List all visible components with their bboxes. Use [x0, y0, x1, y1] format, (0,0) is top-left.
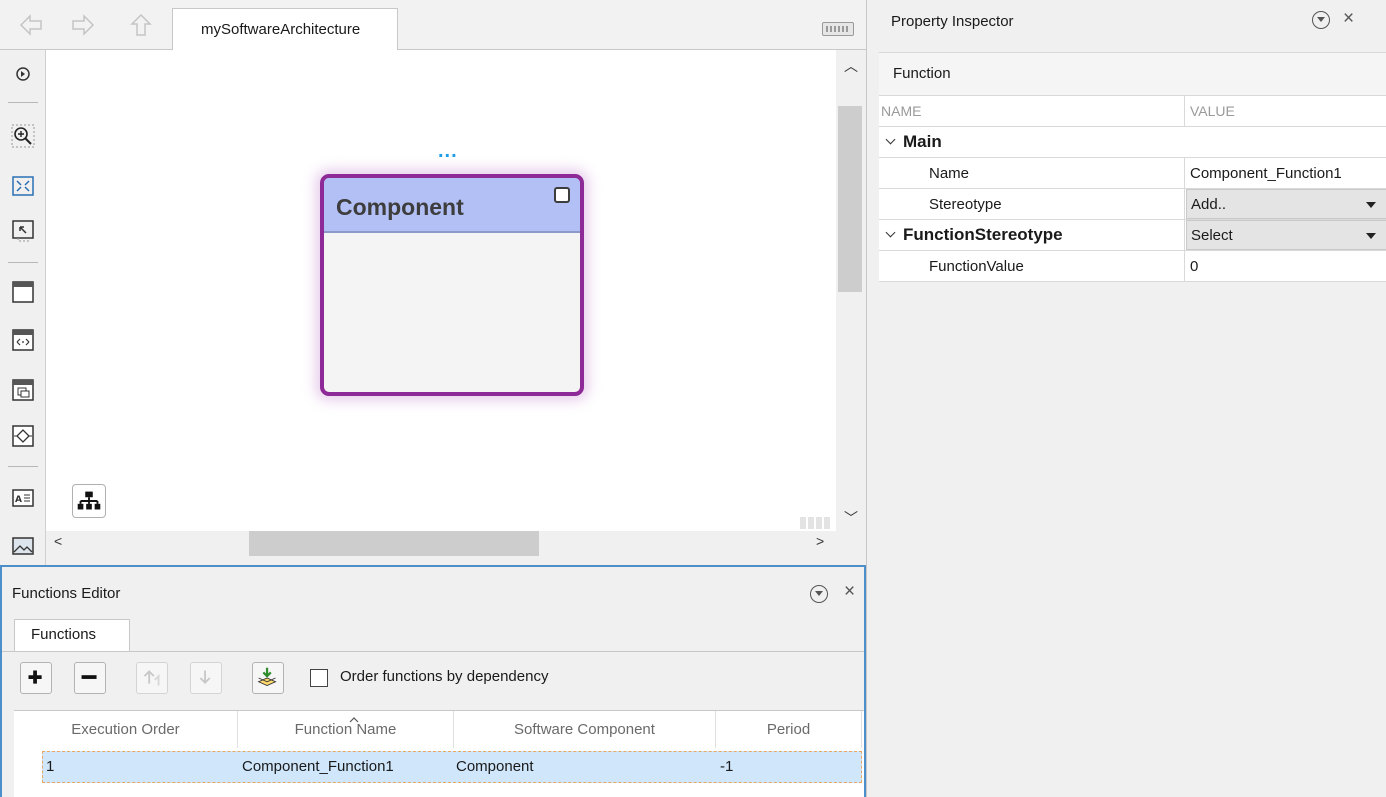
functions-table: Execution Order Function Name Software C…: [14, 710, 864, 797]
move-up-button[interactable]: [136, 662, 168, 694]
cell-execution-order: 1: [46, 758, 55, 775]
arrow-up-icon: [143, 670, 160, 686]
minus-icon: [81, 675, 97, 679]
property-row: Stereotype Add..: [879, 189, 1386, 220]
zoom-to-normal-icon[interactable]: [11, 218, 35, 242]
function-value-field[interactable]: 0: [1186, 251, 1386, 281]
functions-editor: Functions Editor × Functions Order funct…: [0, 565, 866, 797]
plus-icon: [28, 670, 42, 684]
hierarchy-icon: [77, 491, 101, 510]
add-function-button[interactable]: [20, 662, 52, 694]
property-inspector: Property Inspector × Function NAME VALUE…: [866, 0, 1386, 797]
move-down-button[interactable]: [190, 662, 222, 694]
cell-function-name: Component_Function1: [242, 758, 394, 775]
property-name: Stereotype: [879, 189, 1185, 219]
component-tool-icon[interactable]: [11, 280, 35, 304]
functions-toolbar: Order functions by dependency: [2, 651, 864, 703]
dropdown-arrow-icon: [1366, 202, 1376, 208]
svg-text:A: A: [15, 495, 22, 505]
table-header-row: NAME VALUE: [879, 96, 1386, 127]
name-field[interactable]: Component_Function1: [1186, 158, 1386, 188]
order-by-dependency-label: Order functions by dependency: [340, 668, 549, 685]
component-block[interactable]: Component: [320, 174, 584, 396]
close-icon[interactable]: ×: [844, 581, 855, 603]
property-name: FunctionValue: [879, 251, 1185, 281]
tab-functions[interactable]: Functions: [14, 619, 130, 651]
group-main-label: Main: [879, 127, 1185, 157]
vertical-scrollbar[interactable]: ︿ ﹀: [800, 50, 864, 531]
keyboard-icon[interactable]: [822, 22, 854, 36]
tab-model[interactable]: mySoftwareArchitecture: [172, 8, 398, 50]
reference-component-icon[interactable]: [11, 328, 35, 352]
function-stereotype-dropdown[interactable]: Select: [1186, 220, 1386, 250]
adapter-icon[interactable]: [11, 424, 35, 448]
component-expand-icon[interactable]: [554, 187, 570, 203]
forward-arrow-icon[interactable]: [70, 12, 96, 38]
property-name: Name: [879, 158, 1185, 188]
horizontal-scroll-thumb[interactable]: [249, 531, 539, 556]
property-row: Name Component_Function1: [879, 158, 1386, 189]
column-name: NAME: [879, 96, 1185, 126]
scroll-down-icon[interactable]: ﹀: [844, 508, 858, 528]
column-period[interactable]: Period: [716, 711, 862, 748]
order-by-dependency-checkbox[interactable]: [310, 669, 328, 687]
up-arrow-icon[interactable]: [128, 12, 154, 38]
annotation-icon[interactable]: A: [11, 486, 35, 510]
group-main[interactable]: Main: [879, 127, 1386, 158]
import-functions-button[interactable]: [252, 662, 284, 694]
scroll-right-icon[interactable]: >: [816, 533, 824, 549]
scroll-up-icon[interactable]: ︿: [844, 56, 858, 76]
chevron-down-icon[interactable]: [885, 136, 897, 148]
scroll-left-icon[interactable]: <: [54, 533, 62, 549]
stereotype-dropdown[interactable]: Add..: [1186, 189, 1386, 219]
chevron-down-icon[interactable]: [885, 229, 897, 241]
section-label: Function: [893, 65, 951, 82]
horizontal-scrollbar[interactable]: < >: [46, 531, 864, 565]
model-toolbar: mySoftwareArchitecture: [0, 0, 866, 50]
component-name[interactable]: Component: [336, 194, 464, 221]
panel-menu-icon[interactable]: [1312, 11, 1330, 29]
image-icon[interactable]: [11, 534, 35, 558]
import-stack-icon: [257, 667, 277, 687]
cell-software-component: Component: [456, 758, 534, 775]
panel-menu-icon[interactable]: [810, 585, 828, 603]
fit-to-view-icon[interactable]: [11, 174, 35, 198]
back-arrow-icon[interactable]: [18, 12, 44, 38]
variant-component-icon[interactable]: [11, 378, 35, 402]
property-row: FunctionValue 0: [879, 251, 1386, 282]
dropdown-arrow-icon: [1366, 233, 1376, 239]
close-icon[interactable]: ×: [1343, 8, 1354, 30]
cell-period: -1: [720, 758, 734, 775]
component-header: Component: [324, 178, 580, 233]
inspector-section-header: Function: [879, 52, 1386, 96]
group-function-stereotype-label: FunctionStereotype: [879, 220, 1185, 250]
column-software-component[interactable]: Software Component: [454, 711, 716, 748]
zoom-in-icon[interactable]: [11, 124, 35, 148]
column-value: VALUE: [1190, 103, 1235, 119]
arrow-down-icon: [199, 670, 211, 685]
component-more-actions[interactable]: ...: [438, 140, 458, 163]
property-table: NAME VALUE Main Name Component_Function1…: [879, 96, 1386, 282]
sort-ascending-icon: [349, 717, 359, 723]
column-execution-order[interactable]: Execution Order: [14, 711, 238, 748]
hierarchy-button[interactable]: [72, 484, 106, 518]
vertical-scroll-thumb[interactable]: [838, 106, 862, 292]
resize-grip-icon: [800, 517, 830, 529]
table-row[interactable]: 1 Component_Function1 Component -1: [42, 751, 862, 783]
column-function-name[interactable]: Function Name: [238, 711, 454, 748]
expand-palette-icon[interactable]: [11, 62, 35, 86]
delete-function-button[interactable]: [74, 662, 106, 694]
property-inspector-title: Property Inspector: [891, 13, 1014, 30]
tool-palette: A: [0, 50, 46, 565]
functions-editor-title: Functions Editor: [12, 585, 121, 602]
group-function-stereotype[interactable]: FunctionStereotype Select: [879, 220, 1386, 251]
